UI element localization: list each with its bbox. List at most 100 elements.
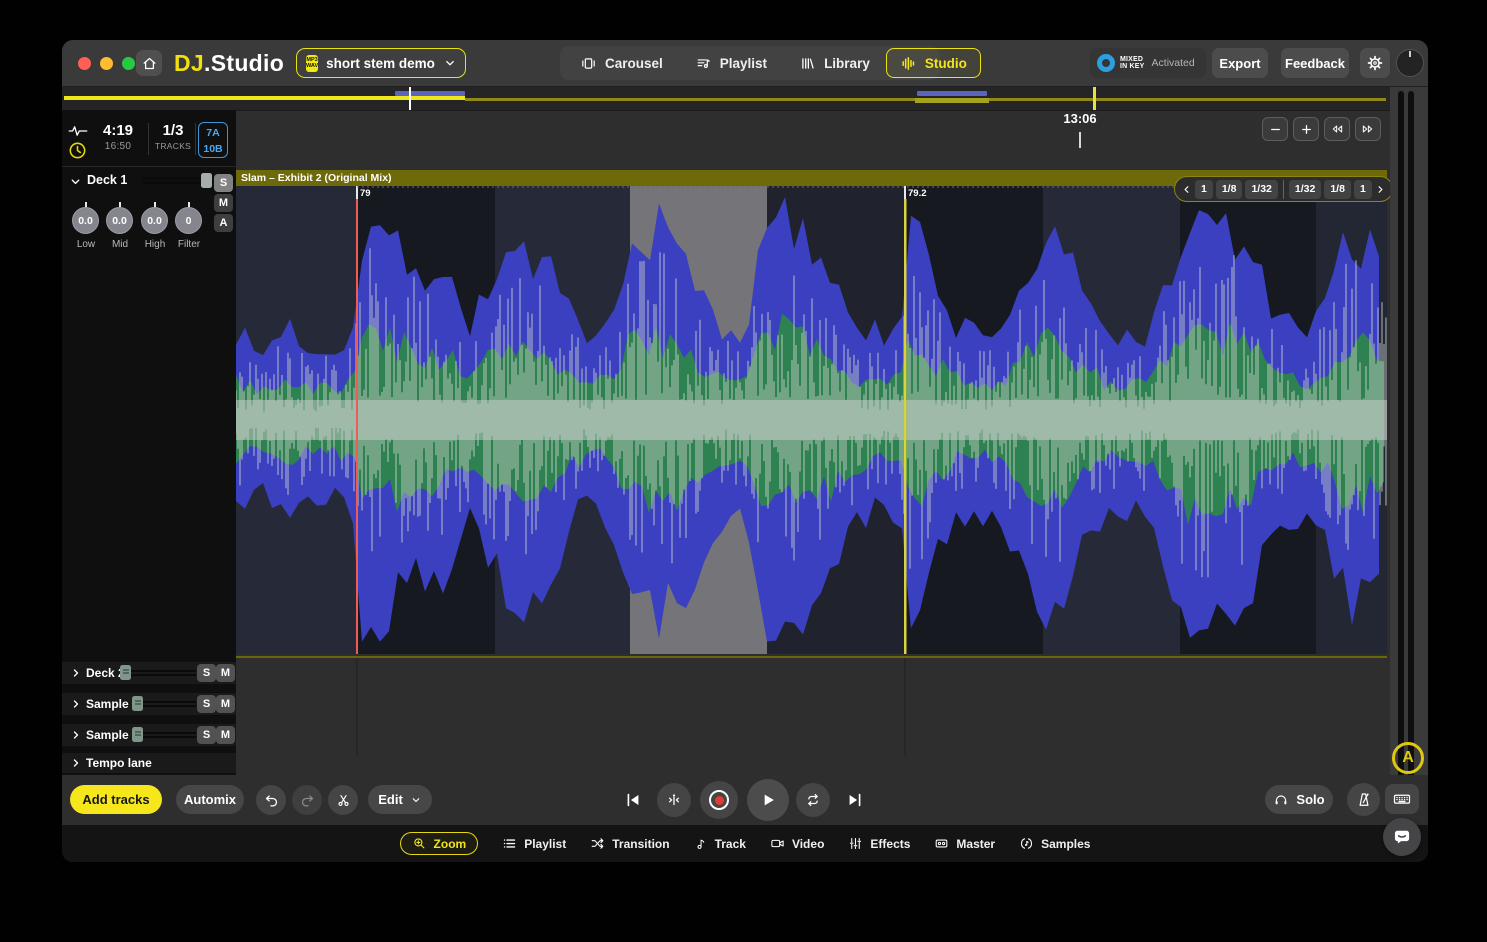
user-avatar[interactable] (1396, 49, 1424, 77)
sample1-expand-chevron-icon[interactable] (70, 698, 82, 710)
deck1-high-knob[interactable]: 0.0 (141, 207, 168, 234)
tab-carousel[interactable]: Carousel (564, 48, 679, 78)
deck1-mute-button[interactable]: M (214, 194, 233, 212)
panel-tab-zoom[interactable]: Zoom (400, 832, 479, 855)
sample1-volume-slider[interactable] (132, 700, 196, 708)
panel-tab-transition[interactable]: Transition (590, 836, 669, 851)
skip-to-start-button[interactable] (623, 790, 643, 810)
panel-tab-track[interactable]: Track (694, 837, 746, 851)
sample1-solo-button[interactable]: S (197, 695, 216, 713)
settings-button[interactable] (1360, 48, 1390, 78)
overview-minimap[interactable] (62, 87, 1390, 111)
home-icon (141, 55, 158, 72)
beat-jump-back-1[interactable]: 1 (1195, 180, 1213, 199)
sample2-volume-slider[interactable] (132, 731, 196, 739)
magnifier-plus-icon (412, 836, 427, 851)
vertical-scrollbar[interactable] (1390, 87, 1428, 792)
sample-loop-icon (1019, 836, 1034, 851)
play-icon (758, 790, 778, 810)
deck1-volume-handle[interactable] (201, 173, 212, 188)
tempo-lane-name: Tempo lane (86, 756, 152, 770)
close-window-button[interactable] (78, 57, 91, 70)
sample2-solo-button[interactable]: S (197, 726, 216, 744)
sample2-expand-chevron-icon[interactable] (70, 729, 82, 741)
deck1-solo-button[interactable]: S (214, 174, 233, 192)
beat-jump-fwd-1-8[interactable]: 1/8 (1324, 180, 1351, 199)
edit-menu-button[interactable]: Edit (368, 785, 432, 814)
tab-studio[interactable]: Studio (886, 48, 981, 78)
deck1-low-knob[interactable]: 0.0 (72, 207, 99, 234)
deck2-volume-slider[interactable] (120, 669, 196, 677)
shortcuts-button[interactable] (1385, 784, 1419, 814)
feedback-button[interactable]: Feedback (1281, 48, 1349, 78)
rewind-icon (1329, 121, 1345, 137)
minimap-time-marker[interactable] (1093, 87, 1096, 110)
deck2-mute-button[interactable]: M (216, 664, 235, 682)
export-button[interactable]: Export (1212, 48, 1268, 78)
beat-jump-fwd-1-32[interactable]: 1/32 (1289, 180, 1321, 199)
home-button[interactable] (136, 50, 162, 76)
minimap-playhead[interactable] (409, 87, 411, 110)
cue-marker-label-79-2[interactable]: 79.2 (908, 188, 927, 199)
solo-button[interactable]: Solo (1265, 785, 1333, 814)
sample2-volume-handle[interactable] (132, 727, 143, 742)
panel-tab-video[interactable]: Video (770, 836, 824, 851)
scrollbar-thumb-1[interactable] (1398, 91, 1404, 787)
panel-tab-bar: Zoom Playlist Transition Track Video Eff… (62, 825, 1428, 862)
loop-button[interactable] (796, 783, 830, 817)
sample2-mute-button[interactable]: M (216, 726, 235, 744)
fast-forward-button[interactable] (1355, 117, 1381, 141)
deck1-collapse-chevron-icon[interactable] (69, 175, 82, 188)
plus-icon (1300, 123, 1313, 136)
beat-jump-fwd-1[interactable]: 1 (1354, 180, 1372, 199)
beat-jump-back-1-8[interactable]: 1/8 (1216, 180, 1243, 199)
studio-waveform-icon (900, 55, 917, 72)
scrollbar-thumb-2[interactable] (1408, 91, 1414, 787)
automix-label: Automix (184, 792, 236, 807)
record-button[interactable] (700, 781, 738, 819)
zoom-in-button[interactable] (1293, 117, 1319, 141)
beat-jump-next-icon[interactable] (1375, 184, 1386, 195)
play-button[interactable] (747, 779, 789, 821)
deck2-expand-chevron-icon[interactable] (70, 667, 82, 679)
deck2-volume-handle[interactable] (120, 665, 131, 680)
maximize-window-button[interactable] (122, 57, 135, 70)
deck1-filter-knob[interactable]: 0 (175, 207, 202, 234)
automix-button[interactable]: Automix (176, 785, 244, 814)
skip-to-end-button[interactable] (845, 790, 865, 810)
sample1-mute-button[interactable]: M (216, 695, 235, 713)
panel-tab-playlist[interactable]: Playlist (502, 836, 566, 851)
tempo-expand-chevron-icon[interactable] (70, 757, 82, 769)
deck1-auto-button[interactable]: A (214, 214, 233, 232)
panel-tab-master[interactable]: Master (934, 836, 995, 851)
knob-label-filter: Filter (169, 239, 209, 250)
redo-button[interactable] (292, 785, 322, 815)
deck2-solo-button[interactable]: S (197, 664, 216, 682)
waveform-canvas[interactable] (236, 186, 1387, 654)
deck1-volume-slider[interactable] (142, 176, 210, 186)
beat-jump-control: 1 1/8 1/32 1/32 1/8 1 (1174, 176, 1393, 202)
panel-tab-effects[interactable]: Effects (848, 836, 910, 851)
tab-library[interactable]: Library (783, 48, 886, 78)
waveform-region[interactable]: Slam – Exhibit 2 (Original Mix) 79 79.2 … (236, 170, 1387, 658)
tab-playlist[interactable]: Playlist (679, 48, 783, 78)
beat-jump-back-1-32[interactable]: 1/32 (1245, 180, 1277, 199)
deck1-mid-knob[interactable]: 0.0 (106, 207, 133, 234)
metronome-button[interactable] (1347, 783, 1380, 816)
undo-button[interactable] (256, 785, 286, 815)
cue-marker-label-79[interactable]: 79 (360, 188, 371, 199)
project-selector[interactable]: MP3 WAV short stem demo (296, 48, 466, 78)
jump-to-playhead-button[interactable] (657, 783, 691, 817)
mixed-in-key-badge[interactable]: MIXED IN KEY Activated (1090, 48, 1206, 78)
support-chat-button[interactable] (1383, 818, 1421, 856)
cut-button[interactable] (328, 785, 358, 815)
sample1-volume-handle[interactable] (132, 696, 143, 711)
panel-tab-samples[interactable]: Samples (1019, 836, 1090, 851)
add-tracks-button[interactable]: Add tracks (70, 785, 162, 814)
minimize-window-button[interactable] (100, 57, 113, 70)
beat-jump-prev-icon[interactable] (1181, 184, 1192, 195)
zoom-out-button[interactable] (1262, 117, 1288, 141)
rewind-button[interactable] (1324, 117, 1350, 141)
automix-badge[interactable]: A (1392, 742, 1424, 774)
minus-icon (1269, 123, 1282, 136)
